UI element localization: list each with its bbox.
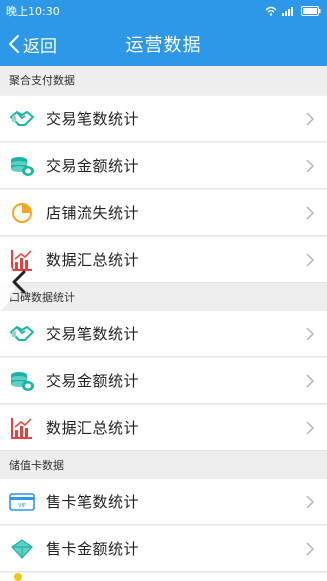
pie-chart-icon (9, 200, 35, 226)
list-item-koubei-summary[interactable]: 数据汇总统计 (0, 405, 327, 451)
chevron-right-icon (306, 541, 315, 556)
list-item-card-sale-amount[interactable]: 售卡金额统计 (0, 526, 327, 572)
list-item-label: 数据汇总统计 (46, 251, 140, 269)
coins-stack-icon (9, 153, 35, 179)
coins-stack-icon (9, 368, 35, 394)
status-bar: 晚上10:30 (0, 0, 327, 22)
swipe-back-gesture-icon[interactable] (0, 252, 42, 312)
chevron-right-icon (306, 420, 315, 435)
chevron-right-icon (306, 494, 315, 509)
list-item-label: 交易金额统计 (46, 372, 140, 390)
status-time: 晚上10:30 (6, 5, 60, 18)
list-item-label: 交易笔数统计 (46, 325, 140, 343)
list-item-store-churn[interactable]: 店铺流失统计 (0, 190, 327, 236)
chevron-right-icon (306, 373, 315, 388)
section-header-koubei: 口碑数据统计 (0, 283, 327, 311)
list-item-partial (0, 573, 327, 581)
list-item-aggregate-tx-count[interactable]: 交易笔数统计 (0, 96, 327, 142)
vip-card-text: VIP (18, 503, 26, 509)
list-item-label: 数据汇总统计 (46, 419, 140, 437)
section-header-stored-value-card: 储值卡数据 (0, 451, 327, 479)
vip-card-icon: VIP (9, 489, 35, 515)
list-item-label: 售卡笔数统计 (46, 493, 140, 511)
list-item-aggregate-tx-amount[interactable]: 交易金额统计 (0, 143, 327, 189)
signal-icon (282, 7, 293, 16)
wifi-icon (265, 6, 277, 16)
list-item-koubei-tx-amount[interactable]: 交易金额统计 (0, 358, 327, 404)
bar-chart-icon (9, 415, 35, 441)
battery-icon (301, 6, 321, 16)
list-item-label: 交易金额统计 (46, 157, 140, 175)
list-item-card-sale-count[interactable]: VIP 售卡笔数统计 (0, 479, 327, 525)
status-icons (265, 6, 321, 16)
chevron-right-icon (306, 326, 315, 341)
section-header-aggregate-pay: 聚合支付数据 (0, 66, 327, 94)
partial-icon (14, 573, 22, 581)
list-item-aggregate-summary[interactable]: 数据汇总统计 (0, 237, 327, 283)
page-title: 运营数据 (125, 35, 202, 56)
list-item-label: 交易笔数统计 (46, 110, 140, 128)
chevron-right-icon (306, 158, 315, 173)
nav-bar: 返回 运营数据 (0, 22, 327, 66)
list-item-label: 店铺流失统计 (46, 204, 140, 222)
diamond-icon (9, 536, 35, 562)
handshake-icon (9, 106, 35, 132)
list-item-label: 售卡金额统计 (46, 540, 140, 558)
chevron-right-icon (306, 252, 315, 267)
chevron-right-icon (306, 111, 315, 126)
list-item-koubei-tx-count[interactable]: 交易笔数统计 (0, 311, 327, 357)
chevron-right-icon (306, 205, 315, 220)
handshake-icon (9, 321, 35, 347)
